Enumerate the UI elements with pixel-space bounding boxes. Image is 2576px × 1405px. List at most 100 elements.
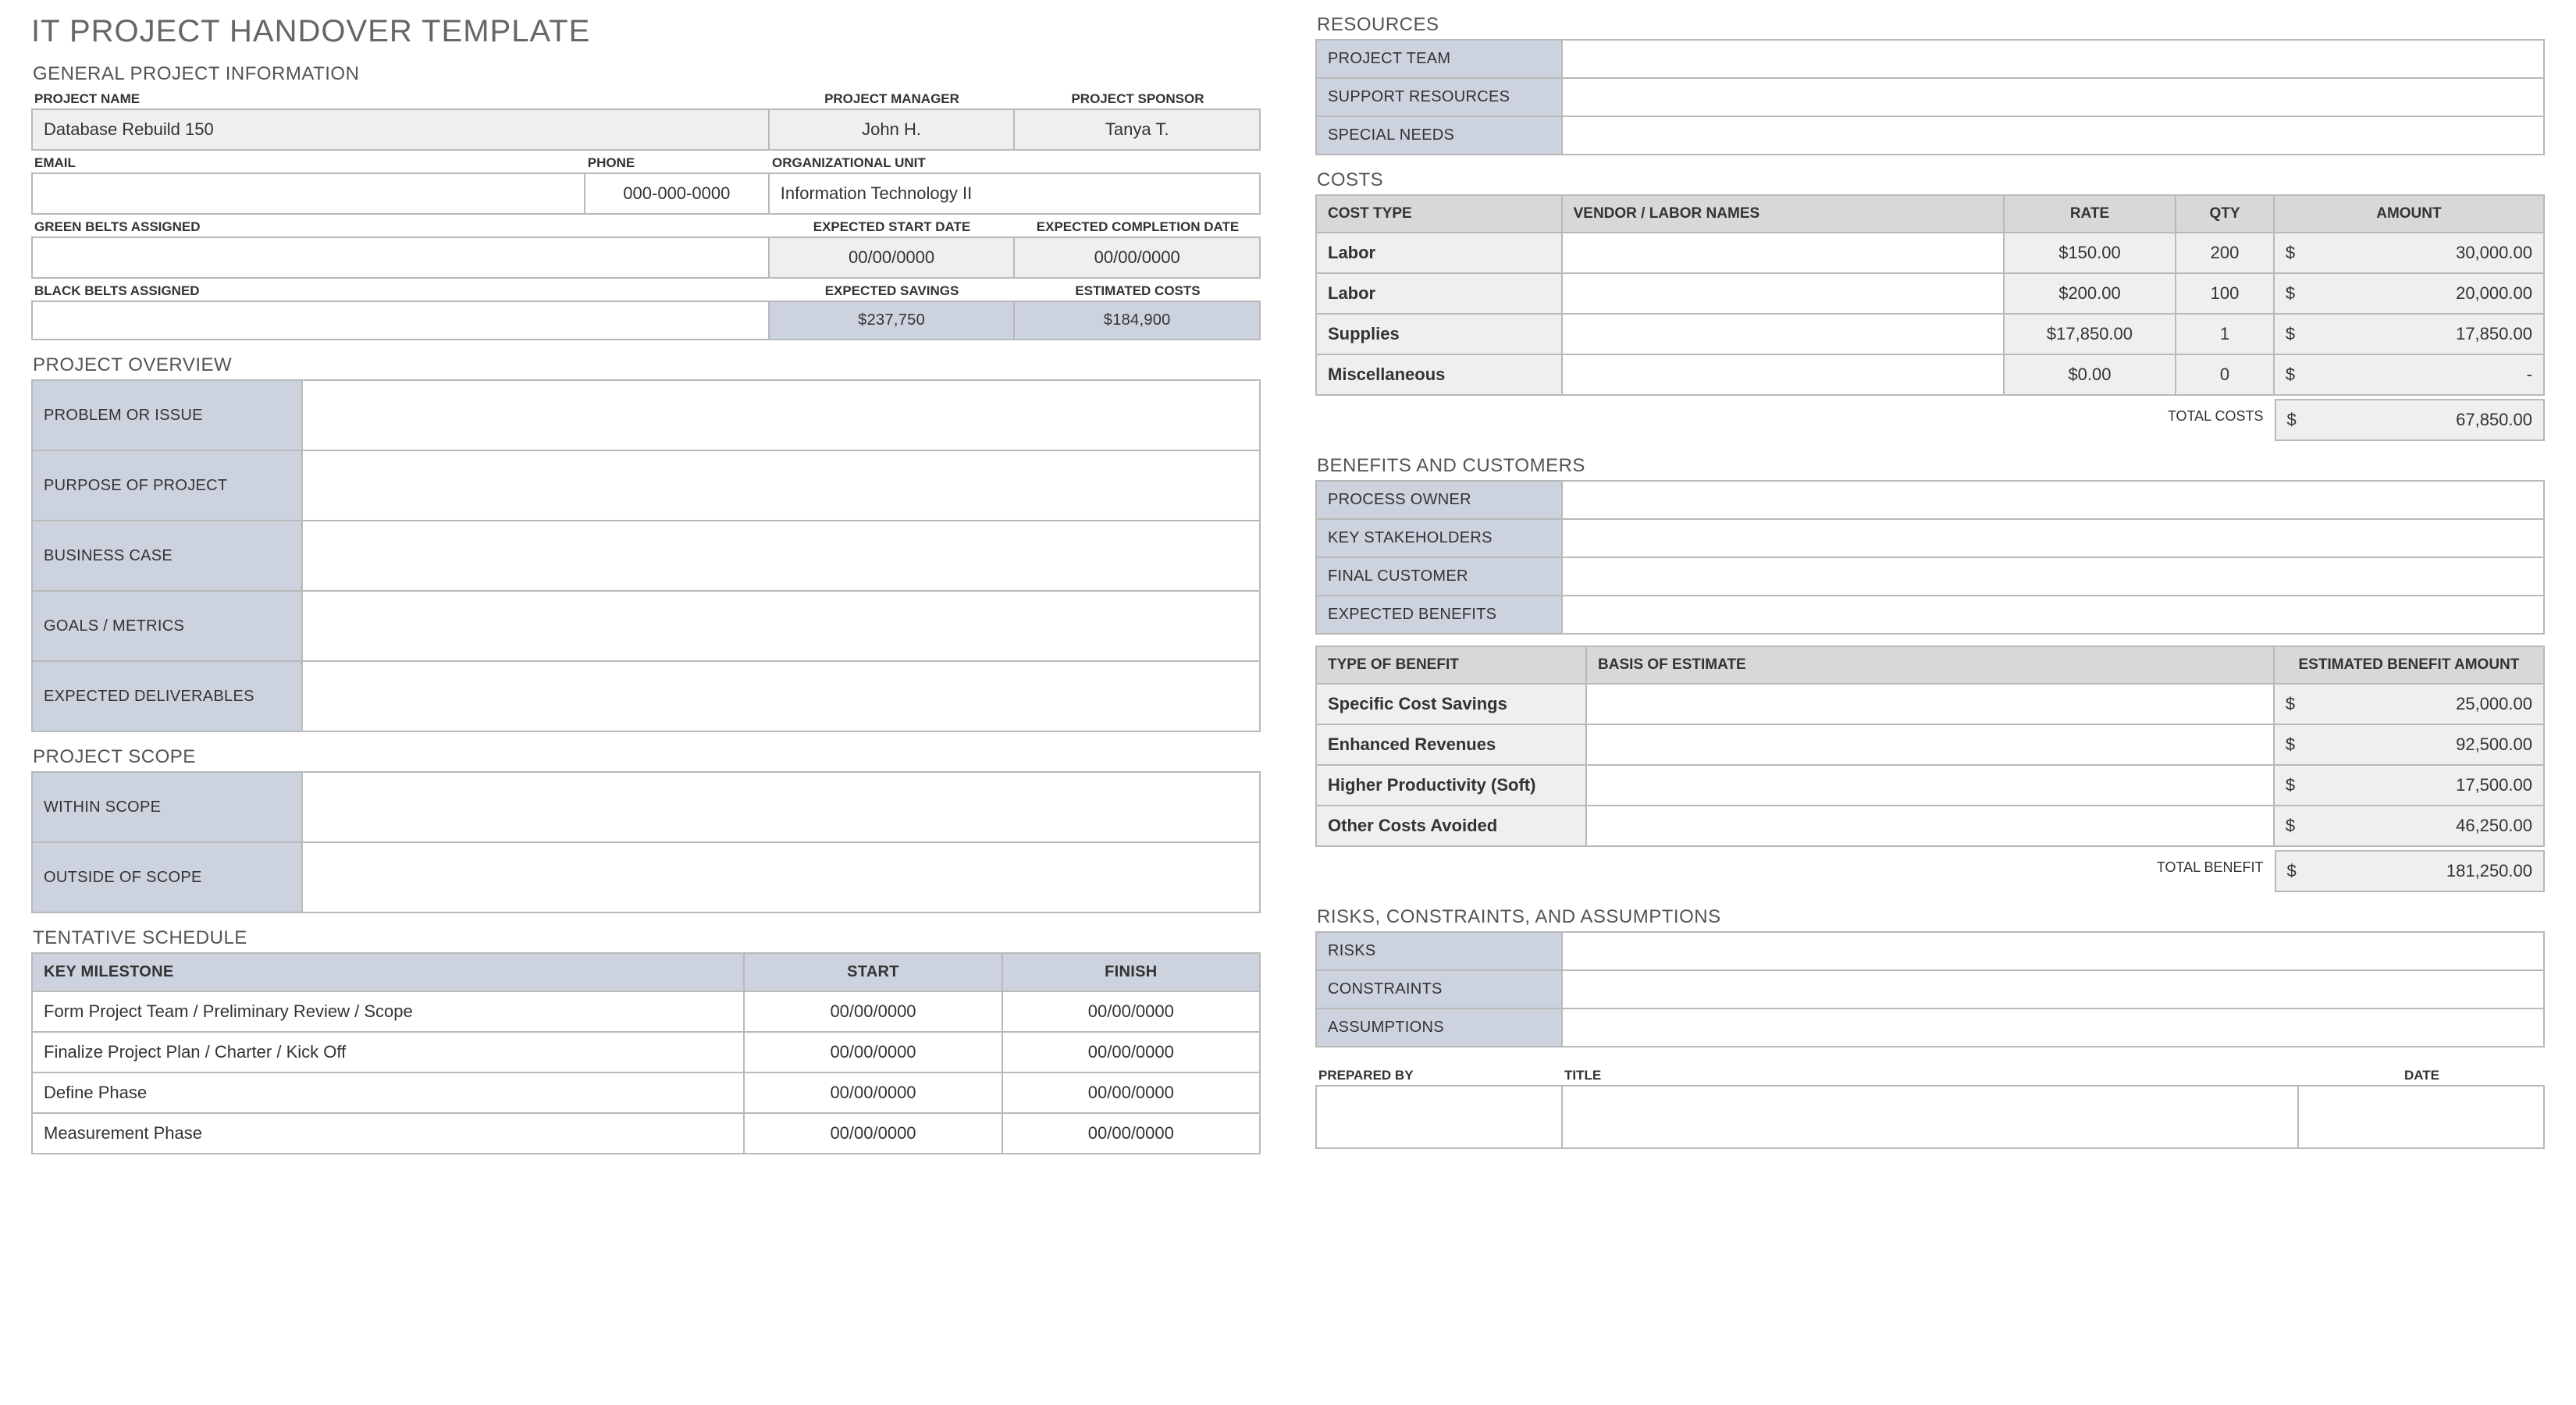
cost-vendor[interactable]	[1563, 315, 2005, 355]
benefit-basis[interactable]	[1587, 685, 2275, 725]
value-date[interactable]	[2299, 1087, 2545, 1149]
cost-type[interactable]: Supplies	[1317, 315, 1563, 355]
label-phone: PHONE	[585, 152, 769, 173]
label-expected-start: EXPECTED START DATE	[769, 216, 1015, 237]
benefit-type[interactable]: Specific Cost Savings	[1317, 685, 1587, 725]
cost-qty[interactable]: 0	[2176, 355, 2275, 396]
value-goals[interactable]	[303, 592, 1261, 662]
value-total-costs: $67,850.00	[2275, 399, 2546, 441]
value-business-case[interactable]	[303, 521, 1261, 592]
header-benefit-amount: ESTIMATED BENEFIT AMOUNT	[2275, 647, 2545, 685]
value-prepared-by[interactable]	[1317, 1087, 1563, 1149]
schedule-milestone[interactable]: Define Phase	[33, 1073, 745, 1114]
value-project-manager[interactable]: John H.	[770, 110, 1016, 151]
value-expected-benefits[interactable]	[1563, 596, 2545, 635]
schedule-finish[interactable]: 00/00/0000	[1003, 1114, 1261, 1154]
header-milestone: KEY MILESTONE	[33, 954, 745, 992]
section-benefits: BENEFITS AND CUSTOMERS	[1317, 455, 2545, 477]
cost-qty[interactable]: 100	[2176, 274, 2275, 315]
value-green-belts[interactable]	[33, 238, 770, 279]
label-date: DATE	[2299, 1065, 2545, 1085]
value-within-scope[interactable]	[303, 773, 1261, 843]
cost-vendor[interactable]	[1563, 233, 2005, 274]
label-black-belts: BLACK BELTS ASSIGNED	[31, 280, 769, 301]
value-final-customer[interactable]	[1563, 558, 2545, 596]
value-stakeholders[interactable]	[1563, 520, 2545, 558]
cost-rate[interactable]: $17,850.00	[2005, 315, 2176, 355]
value-total-benefit: $181,250.00	[2275, 850, 2546, 892]
value-deliverables[interactable]	[303, 662, 1261, 732]
label-special-needs: SPECIAL NEEDS	[1317, 117, 1563, 155]
document-title: IT PROJECT HANDOVER TEMPLATE	[31, 14, 1261, 49]
cost-rate[interactable]: $0.00	[2005, 355, 2176, 396]
value-expected-completion[interactable]: 00/00/0000	[1015, 238, 1261, 279]
schedule-milestone[interactable]: Finalize Project Plan / Charter / Kick O…	[33, 1033, 745, 1073]
value-outside-scope[interactable]	[303, 843, 1261, 913]
label-stakeholders: KEY STAKEHOLDERS	[1317, 520, 1563, 558]
benefit-basis[interactable]	[1587, 766, 2275, 806]
value-problem[interactable]	[303, 381, 1261, 451]
cost-qty[interactable]: 1	[2176, 315, 2275, 355]
cost-vendor[interactable]	[1563, 355, 2005, 396]
schedule-milestone[interactable]: Form Project Team / Preliminary Review /…	[33, 992, 745, 1033]
value-email[interactable]	[33, 174, 585, 215]
schedule-start[interactable]: 00/00/0000	[745, 992, 1002, 1033]
value-estimated-costs[interactable]: $184,900	[1015, 302, 1261, 340]
schedule-milestone[interactable]: Measurement Phase	[33, 1114, 745, 1154]
section-costs: COSTS	[1317, 169, 2545, 191]
schedule-start[interactable]: 00/00/0000	[745, 1114, 1002, 1154]
section-risks: RISKS, CONSTRAINTS, AND ASSUMPTIONS	[1317, 906, 2545, 928]
benefit-amount: $92,500.00	[2275, 725, 2545, 766]
section-general: GENERAL PROJECT INFORMATION	[33, 63, 1261, 85]
value-purpose[interactable]	[303, 451, 1261, 521]
value-expected-start[interactable]: 00/00/0000	[770, 238, 1016, 279]
header-rate: RATE	[2005, 196, 2176, 233]
label-project-sponsor: PROJECT SPONSOR	[1015, 88, 1261, 108]
label-outside-scope: OUTSIDE OF SCOPE	[33, 843, 303, 913]
value-special-needs[interactable]	[1563, 117, 2545, 155]
cost-amount: $20,000.00	[2275, 274, 2545, 315]
value-expected-savings[interactable]: $237,750	[770, 302, 1016, 340]
label-risks: RISKS	[1317, 933, 1563, 971]
cost-type[interactable]: Miscellaneous	[1317, 355, 1563, 396]
value-constraints[interactable]	[1563, 971, 2545, 1009]
value-process-owner[interactable]	[1563, 482, 2545, 520]
section-scope: PROJECT SCOPE	[33, 746, 1261, 768]
value-support-resources[interactable]	[1563, 79, 2545, 117]
benefit-amount: $46,250.00	[2275, 806, 2545, 847]
cost-vendor[interactable]	[1563, 274, 2005, 315]
cost-type[interactable]: Labor	[1317, 233, 1563, 274]
schedule-finish[interactable]: 00/00/0000	[1003, 1073, 1261, 1114]
header-benefit-type: TYPE OF BENEFIT	[1317, 647, 1587, 685]
benefit-type[interactable]: Higher Productivity (Soft)	[1317, 766, 1587, 806]
benefit-basis[interactable]	[1587, 806, 2275, 847]
value-project-name[interactable]: Database Rebuild 150	[33, 110, 770, 151]
schedule-finish[interactable]: 00/00/0000	[1003, 992, 1261, 1033]
cost-qty[interactable]: 200	[2176, 233, 2275, 274]
value-phone[interactable]: 000-000-0000	[585, 174, 770, 215]
label-within-scope: WITHIN SCOPE	[33, 773, 303, 843]
cost-amount: $30,000.00	[2275, 233, 2545, 274]
value-project-sponsor[interactable]: Tanya T.	[1015, 110, 1261, 151]
header-amount: AMOUNT	[2275, 196, 2545, 233]
section-overview: PROJECT OVERVIEW	[33, 354, 1261, 376]
label-final-customer: FINAL CUSTOMER	[1317, 558, 1563, 596]
benefit-basis[interactable]	[1587, 725, 2275, 766]
value-risks[interactable]	[1563, 933, 2545, 971]
schedule-start[interactable]: 00/00/0000	[745, 1033, 1002, 1073]
cost-type[interactable]: Labor	[1317, 274, 1563, 315]
label-email: EMAIL	[31, 152, 585, 173]
cost-rate[interactable]: $150.00	[2005, 233, 2176, 274]
value-black-belts[interactable]	[33, 302, 770, 340]
schedule-finish[interactable]: 00/00/0000	[1003, 1033, 1261, 1073]
value-title[interactable]	[1563, 1087, 2300, 1149]
cost-amount: $17,850.00	[2275, 315, 2545, 355]
header-vendor: VENDOR / LABOR NAMES	[1563, 196, 2005, 233]
value-assumptions[interactable]	[1563, 1009, 2545, 1048]
schedule-start[interactable]: 00/00/0000	[745, 1073, 1002, 1114]
value-org-unit[interactable]: Information Technology II	[770, 174, 1261, 215]
cost-rate[interactable]: $200.00	[2005, 274, 2176, 315]
value-project-team[interactable]	[1563, 41, 2545, 79]
benefit-type[interactable]: Other Costs Avoided	[1317, 806, 1587, 847]
benefit-type[interactable]: Enhanced Revenues	[1317, 725, 1587, 766]
